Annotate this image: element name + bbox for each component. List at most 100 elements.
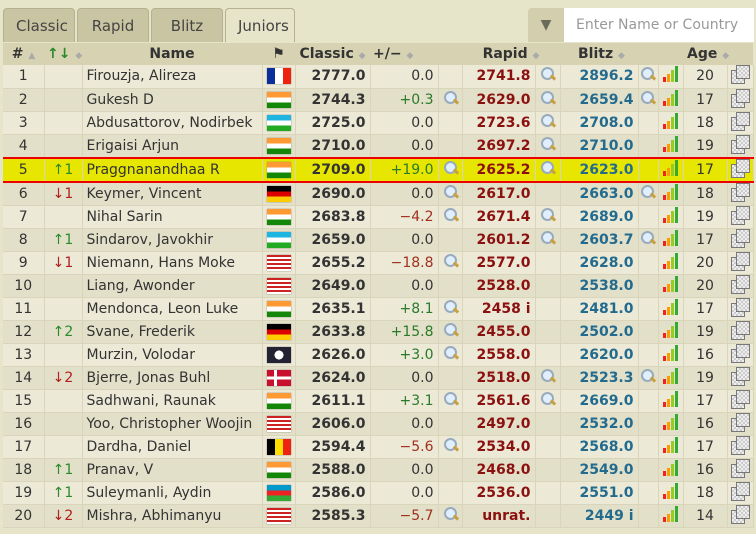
player-name[interactable]: Mendonca, Leon Luke	[82, 297, 263, 321]
table-row[interactable]: 12 ↑2 Svane, Frederik 2633.8 +15.8 2455.0 2502…	[3, 320, 754, 344]
magnifier-icon[interactable]	[540, 368, 556, 384]
table-row[interactable]: 8 ↑1 Sindarov, Javokhir 2659.0 0.0 2601.2 2603…	[3, 228, 754, 252]
games-icon[interactable]	[731, 389, 751, 409]
games-icon[interactable]	[731, 111, 751, 131]
header-diff[interactable]: +/− ◆	[370, 43, 462, 65]
rating-chart-icon[interactable]	[663, 206, 679, 223]
rating-chart-icon[interactable]	[663, 135, 679, 152]
table-row[interactable]: 7 Nihal Sarin 2683.8 −4.2 2671.4 2689.0 19	[3, 205, 754, 229]
magnifier-icon[interactable]	[443, 345, 459, 361]
games-icon[interactable]	[731, 251, 751, 271]
magnifier-icon[interactable]	[443, 90, 459, 106]
magnifier-icon[interactable]	[640, 184, 656, 200]
header-rapid[interactable]: Rapid ◆	[462, 43, 560, 65]
header-flag[interactable]: ⚑	[262, 43, 295, 65]
magnifier-icon[interactable]	[540, 90, 556, 106]
magnifier-icon[interactable]	[443, 207, 459, 223]
magnifier-icon[interactable]	[443, 184, 459, 200]
games-icon[interactable]	[731, 182, 751, 202]
player-name[interactable]: Sindarov, Javokhir	[82, 228, 263, 252]
rating-chart-icon[interactable]	[663, 159, 679, 176]
header-classic[interactable]: Classic ◆	[295, 43, 370, 65]
player-name[interactable]: Mishra, Abhimanyu	[82, 504, 263, 528]
header-rank[interactable]: # ▲	[3, 43, 44, 65]
rating-chart-icon[interactable]	[663, 344, 679, 361]
tab-rapid[interactable]: Rapid	[77, 8, 149, 42]
magnifier-icon[interactable]	[640, 368, 656, 384]
games-icon[interactable]	[731, 435, 751, 455]
magnifier-icon[interactable]	[443, 322, 459, 338]
games-icon[interactable]	[731, 88, 751, 108]
table-row[interactable]: 17 Dardha, Daniel 2594.4 −5.6 2534.0 2568.0 17	[3, 435, 754, 459]
games-icon[interactable]	[731, 320, 751, 340]
magnifier-icon[interactable]	[540, 230, 556, 246]
games-icon[interactable]	[731, 297, 751, 317]
player-name[interactable]: Pranav, V	[82, 458, 263, 482]
rating-chart-icon[interactable]	[663, 321, 679, 338]
table-row[interactable]: 10 Liang, Awonder 2649.0 0.0 2528.0 2538.0 20	[3, 274, 754, 298]
player-name[interactable]: Yoo, Christopher Woojin	[82, 412, 263, 436]
rating-chart-icon[interactable]	[663, 367, 679, 384]
rating-chart-icon[interactable]	[663, 252, 679, 269]
rating-chart-icon[interactable]	[663, 413, 679, 430]
games-icon[interactable]	[731, 458, 751, 478]
rating-chart-icon[interactable]	[663, 459, 679, 476]
magnifier-icon[interactable]	[540, 136, 556, 152]
rating-chart-icon[interactable]	[663, 298, 679, 315]
games-icon[interactable]	[731, 134, 751, 154]
player-name[interactable]: Sadhwani, Raunak	[82, 389, 263, 413]
table-row[interactable]: 3 Abdusattorov, Nodirbek 2725.0 0.0 2723.6 27…	[3, 111, 754, 135]
magnifier-icon[interactable]	[540, 391, 556, 407]
table-row[interactable]: 5 ↑1 Praggnanandhaa R 2709.0 +19.0 2625.2 2623…	[3, 156, 754, 183]
rating-chart-icon[interactable]	[663, 275, 679, 292]
rating-chart-icon[interactable]	[663, 229, 679, 246]
player-name[interactable]: Abdusattorov, Nodirbek	[82, 111, 263, 135]
player-name[interactable]: Liang, Awonder	[82, 274, 263, 298]
magnifier-icon[interactable]	[540, 160, 556, 176]
magnifier-icon[interactable]	[540, 66, 556, 82]
header-blitz[interactable]: Blitz ◆	[560, 43, 684, 65]
games-icon[interactable]	[731, 159, 751, 178]
player-name[interactable]: Praggnanandhaa R	[82, 156, 263, 183]
header-name[interactable]: Name	[82, 43, 262, 65]
player-name[interactable]: Suleymanli, Aydin	[82, 481, 263, 505]
player-name[interactable]: Gukesh D	[82, 88, 263, 112]
games-icon[interactable]	[731, 274, 751, 294]
header-age[interactable]: Age ◆	[683, 43, 754, 65]
player-name[interactable]: Bjerre, Jonas Buhl	[82, 366, 263, 390]
games-icon[interactable]	[731, 228, 751, 248]
rating-chart-icon[interactable]	[663, 482, 679, 499]
magnifier-icon[interactable]	[540, 207, 556, 223]
tab-classic[interactable]: Classic	[3, 8, 75, 42]
tab-blitz[interactable]: Blitz	[151, 8, 223, 42]
rating-chart-icon[interactable]	[663, 89, 679, 106]
tab-juniors[interactable]: Juniors	[225, 8, 295, 42]
games-icon[interactable]	[731, 412, 751, 432]
player-name[interactable]: Nihal Sarin	[82, 205, 263, 229]
games-icon[interactable]	[731, 65, 751, 85]
games-icon[interactable]	[731, 343, 751, 363]
games-icon[interactable]	[731, 366, 751, 386]
player-name[interactable]: Murzin, Volodar	[82, 343, 263, 367]
magnifier-icon[interactable]	[443, 253, 459, 269]
table-row[interactable]: 19 ↑1 Suleymanli, Aydin 2586.0 0.0 2536.0 2551…	[3, 481, 754, 505]
games-icon[interactable]	[731, 205, 751, 225]
table-row[interactable]: 13 Murzin, Volodar 2626.0 +3.0 2558.0 2620.0 1…	[3, 343, 754, 367]
table-row[interactable]: 1 Firouzja, Alireza 2777.0 0.0 2741.8 2896.2 2…	[3, 65, 754, 89]
table-row[interactable]: 14 ↓2 Bjerre, Jonas Buhl 2624.0 0.0 2518.0 252…	[3, 366, 754, 390]
magnifier-icon[interactable]	[443, 437, 459, 453]
player-name[interactable]: Dardha, Daniel	[82, 435, 263, 459]
magnifier-icon[interactable]	[640, 90, 656, 106]
rating-chart-icon[interactable]	[663, 112, 679, 129]
games-icon[interactable]	[731, 481, 751, 501]
table-row[interactable]: 4 Erigaisi Arjun 2710.0 0.0 2697.2 2710.0 19	[3, 134, 754, 158]
table-row[interactable]: 18 ↑1 Pranav, V 2588.0 0.0 2468.0 2549.0 16	[3, 458, 754, 482]
search-input[interactable]	[564, 8, 754, 42]
magnifier-icon[interactable]	[443, 506, 459, 522]
table-row[interactable]: 6 ↓1 Keymer, Vincent 2690.0 0.0 2617.0 2663.0 1…	[3, 181, 754, 206]
player-name[interactable]: Niemann, Hans Moke	[82, 251, 263, 275]
header-change[interactable]: ↑↓ ◆	[44, 43, 82, 65]
rating-chart-icon[interactable]	[663, 436, 679, 453]
magnifier-icon[interactable]	[640, 66, 656, 82]
magnifier-icon[interactable]	[443, 299, 459, 315]
